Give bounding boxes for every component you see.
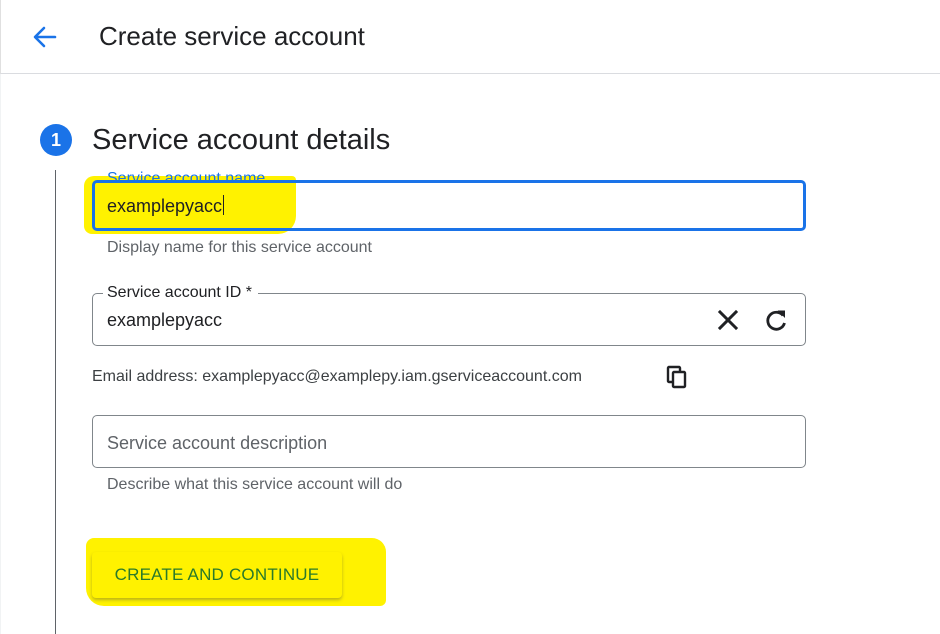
service-account-id-value[interactable]: examplepyacc (107, 308, 222, 332)
arrow-back-icon[interactable] (29, 22, 61, 52)
service-account-id-label: Service account ID * (103, 284, 258, 302)
email-address-text: Email address: examplepyacc@examplepy.ia… (92, 368, 582, 385)
service-account-description-placeholder: Service account description (107, 433, 328, 453)
refresh-icon[interactable] (762, 306, 790, 334)
step-connector-line (55, 170, 56, 634)
create-and-continue-button[interactable]: CREATE AND CONTINUE (92, 552, 342, 598)
service-account-name-value[interactable]: examplepyacc (107, 194, 225, 218)
service-account-name-hint: Display name for this service account (107, 239, 372, 256)
service-account-name-text: examplepyacc (107, 196, 223, 216)
close-icon[interactable] (714, 306, 742, 334)
service-account-description-hint: Describe what this service account will … (107, 476, 403, 493)
copy-icon[interactable] (664, 364, 690, 390)
left-divider (0, 74, 1, 634)
page-title: Create service account (99, 21, 365, 51)
step-number-badge: 1 (40, 124, 72, 156)
page-header: Create service account (0, 0, 940, 74)
step-title: Service account details (92, 124, 391, 156)
text-cursor (223, 195, 225, 215)
service-account-name-label: Service account name (107, 170, 266, 187)
